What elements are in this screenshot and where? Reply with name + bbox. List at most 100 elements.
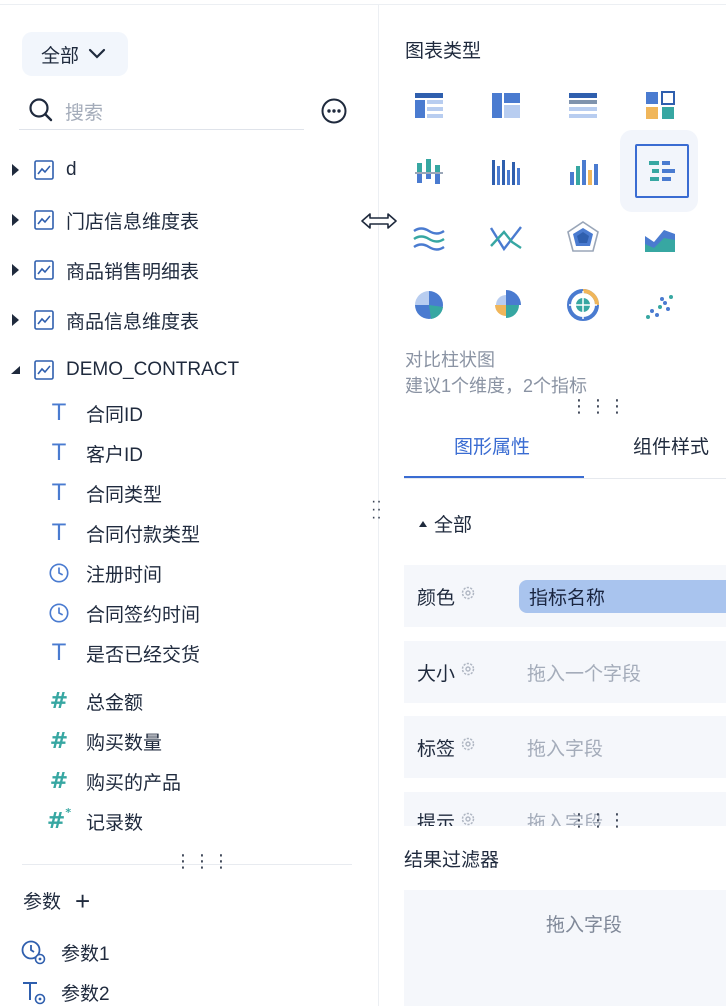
search-input[interactable]: 搜索: [19, 94, 304, 130]
text-type-icon: T: [52, 400, 66, 426]
tab-component-style[interactable]: 组件样式: [633, 432, 709, 459]
line-chart-icon[interactable]: [486, 218, 526, 258]
property-label-wrap: 大小: [417, 659, 517, 686]
text-type-icon: T: [52, 440, 66, 466]
sunburst-chart-icon[interactable]: [563, 285, 603, 325]
rose-chart-icon[interactable]: [486, 285, 526, 325]
param-item[interactable]: 参数2: [20, 977, 110, 1006]
property-label-wrap: 颜色: [417, 583, 517, 610]
cross-table-icon[interactable]: [486, 85, 526, 125]
add-param-button[interactable]: +: [75, 888, 90, 914]
property-dropzone[interactable]: 拖入一个字段: [527, 659, 641, 686]
dataset-table-icon: [33, 209, 55, 231]
scope-dropdown[interactable]: 全部: [22, 32, 128, 76]
params-title: 参数: [23, 892, 62, 913]
property-label: 标签: [417, 738, 456, 760]
field-item[interactable]: #* 记录数: [47, 806, 143, 836]
field-item[interactable]: T 合同付款类型: [47, 518, 200, 548]
bubble-chart-icon[interactable]: [717, 285, 726, 325]
scatter-chart-icon[interactable]: [640, 285, 680, 325]
caret-right-icon[interactable]: [0, 263, 30, 277]
field-item[interactable]: T 是否已经交货: [47, 638, 200, 668]
dataset-name: d: [66, 159, 77, 180]
resize-handle-right-bottom[interactable]: ⋮⋮⋮: [570, 811, 627, 829]
area-chart-icon[interactable]: [640, 218, 680, 258]
property-row[interactable]: 标签 拖入字段: [404, 716, 726, 778]
tab-graphic-properties[interactable]: 图形属性: [454, 432, 530, 459]
caret-expanded-icon[interactable]: [0, 365, 30, 375]
text-param-icon: [20, 978, 48, 1006]
dataset-item[interactable]: 商品信息维度表: [0, 305, 199, 335]
param-name: 参数1: [61, 943, 110, 965]
property-row[interactable]: 大小 拖入一个字段: [404, 641, 726, 703]
field-item[interactable]: # 购买的产品: [47, 766, 181, 796]
grouped-bar-icon[interactable]: [486, 152, 526, 192]
detail-table-icon[interactable]: [563, 85, 603, 125]
count-type-icon: #*: [46, 806, 72, 834]
chevron-down-icon: [88, 48, 106, 59]
tab-bar-line: [404, 478, 726, 479]
field-item[interactable]: 合同签约时间: [47, 598, 200, 628]
caret-right-icon[interactable]: [0, 213, 30, 227]
result-filter-title: 结果过滤器: [404, 850, 500, 871]
dataset-item[interactable]: DEMO_CONTRACT: [0, 355, 239, 385]
property-dropzone[interactable]: 拖入字段: [527, 734, 603, 761]
stacked-bar-icon[interactable]: [409, 152, 449, 192]
field-name: 购买的产品: [86, 772, 182, 794]
property-row[interactable]: 提示 拖入字段: [404, 792, 726, 826]
field-item[interactable]: T 合同ID: [47, 398, 143, 428]
field-item[interactable]: T 合同类型: [47, 478, 162, 508]
dataset-table-icon: [33, 309, 55, 331]
param-item[interactable]: 参数1: [20, 937, 110, 967]
search-icon: [29, 98, 53, 122]
number-type-icon: #: [49, 688, 69, 714]
settings-gear-icon[interactable]: [460, 811, 476, 827]
field-item[interactable]: T 客户ID: [47, 438, 143, 468]
radar-chart-icon[interactable]: [563, 218, 603, 258]
field-item[interactable]: # 购买数量: [47, 726, 162, 756]
resize-handle-right-top[interactable]: ⋮⋮⋮: [570, 397, 627, 415]
resize-handle-middle[interactable]: ·· ·· ··: [371, 494, 382, 526]
time-param-icon: [20, 938, 48, 966]
result-filter-dropzone[interactable]: [404, 890, 726, 1006]
dataset-item[interactable]: 商品销售明细表: [0, 255, 199, 285]
stream-chart-icon[interactable]: [409, 218, 449, 258]
dataset-item[interactable]: 门店信息维度表: [0, 205, 199, 235]
column-chart-icon[interactable]: [563, 152, 603, 192]
caret-right-icon[interactable]: [0, 163, 30, 177]
more-options-icon[interactable]: [320, 97, 348, 125]
settings-gear-icon[interactable]: [460, 736, 476, 758]
pie-chart-icon[interactable]: [409, 285, 449, 325]
section-all-label: 全部: [434, 515, 473, 536]
field-name: 记录数: [86, 812, 144, 834]
params-header: 参数 +: [23, 887, 90, 914]
contrast-bar-icon[interactable]: [635, 144, 689, 198]
number-type-icon: #: [49, 768, 69, 794]
field-name: 合同类型: [86, 484, 163, 506]
kpi-card-icon[interactable]: [640, 85, 680, 125]
settings-gear-icon[interactable]: [460, 585, 476, 607]
table-chart-icon[interactable]: [409, 85, 449, 125]
top-border: [0, 4, 726, 5]
settings-gear-icon[interactable]: [460, 661, 476, 683]
horizontal-resize-icon[interactable]: [360, 210, 398, 232]
property-label-wrap: 提示: [417, 808, 517, 826]
color-field-chip[interactable]: 指标名称: [519, 580, 726, 613]
horizontal-bar-icon[interactable]: [717, 152, 726, 192]
selected-chart-hint: 建议1个维度，2个指标: [405, 376, 588, 396]
time-type-icon: [47, 601, 71, 625]
dataset-item[interactable]: d: [0, 155, 77, 185]
section-all-toggle[interactable]: 全部: [418, 510, 472, 537]
caret-right-icon[interactable]: [0, 313, 30, 327]
selected-chart-name: 对比柱状图: [405, 350, 495, 370]
field-name: 合同签约时间: [86, 604, 201, 626]
field-item[interactable]: 注册时间: [47, 558, 162, 588]
scope-label: 全部: [41, 45, 80, 67]
field-name: 客户ID: [86, 444, 144, 466]
chart-type-title: 图表类型: [405, 41, 482, 62]
number-card-icon[interactable]: 1: [717, 85, 726, 125]
field-item[interactable]: # 总金额: [47, 686, 143, 716]
field-name: 总金额: [86, 692, 144, 714]
dataset-table-icon: [33, 159, 55, 181]
gauge-chart-icon[interactable]: [717, 218, 726, 258]
